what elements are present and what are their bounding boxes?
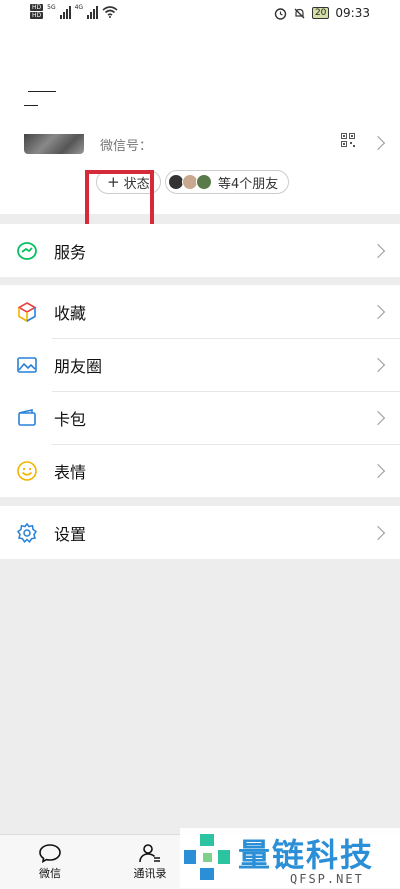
smiley-icon [17, 460, 37, 481]
moments-photo-icon [17, 356, 37, 373]
hd-badges: HD HD [30, 4, 44, 19]
menu-item-settings[interactable]: 设置 [0, 506, 400, 559]
menu-item-favorites[interactable]: 收藏 [0, 285, 400, 338]
contacts-person-icon [139, 844, 160, 863]
tab-chats-label: 微信 [39, 867, 61, 880]
chevron-right-icon [370, 243, 386, 259]
tab-chats[interactable]: 微信 [20, 835, 80, 889]
chevron-right-icon [370, 357, 386, 373]
status-left: HD HD 5G 4G [30, 4, 118, 19]
moments-label: 朋友圈 [54, 356, 103, 376]
menu-item-moments[interactable]: 朋友圈 [0, 338, 400, 391]
network-type-1: 5G [47, 4, 56, 11]
settings-label: 设置 [54, 524, 87, 544]
menu-group-settings: 设置 [0, 506, 400, 559]
alarm-icon [274, 7, 287, 20]
menu-group-main: 收藏 朋友圈 卡包 表情 [0, 285, 400, 497]
avatar[interactable] [24, 134, 84, 154]
menu-item-cards[interactable]: 卡包 [0, 391, 400, 444]
watermark-title: 量链科技 [238, 836, 375, 874]
signal-icon-2 [87, 5, 99, 19]
battery-indicator: 20 [311, 7, 330, 19]
profile-header[interactable]: 微信号： + 状态 等4个朋友 [0, 30, 400, 242]
signal-icon [59, 5, 71, 19]
chevron-right-icon [370, 525, 386, 541]
stickers-label: 表情 [54, 462, 87, 482]
friend-avatar-3 [196, 174, 212, 190]
chevron-right-icon [370, 463, 386, 479]
qr-code-icon[interactable] [341, 133, 355, 147]
friends-status-pill[interactable]: 等4个朋友 [165, 170, 290, 194]
cards-label: 卡包 [54, 409, 87, 429]
gear-icon [16, 522, 38, 543]
chevron-right-icon [370, 304, 386, 320]
friends-label: 等4个朋友 [218, 176, 279, 192]
services-icon [17, 241, 37, 260]
watermark: 量链科技 QFSP.NET [180, 828, 400, 888]
hd-badge-1: HD [30, 4, 44, 11]
favorites-label: 收藏 [54, 303, 87, 323]
menu-item-stickers[interactable]: 表情 [0, 444, 400, 497]
favorites-cube-icon [17, 301, 37, 322]
clock: 09:33 [335, 6, 370, 20]
hd-badge-2: HD [30, 12, 44, 19]
status-right: 20 09:33 [274, 6, 370, 20]
mute-bell-icon [294, 8, 305, 18]
menu-item-services[interactable]: 服务 [0, 224, 400, 277]
watermark-logo-icon [184, 834, 230, 880]
watermark-subtitle: QFSP.NET [290, 872, 364, 886]
chevron-right-icon [370, 410, 386, 426]
nickname-redacted-line-2 [24, 105, 38, 106]
tab-contacts[interactable]: 通讯录 [120, 835, 180, 889]
menu-group-services: 服务 [0, 224, 400, 277]
nickname-redacted-line [28, 91, 56, 92]
tab-contacts-label: 通讯录 [133, 867, 167, 880]
services-label: 服务 [54, 242, 87, 262]
status-bar: HD HD 5G 4G 20 09:33 [0, 0, 400, 30]
chat-bubble-icon [39, 844, 61, 863]
wallet-icon [18, 408, 36, 426]
network-type-2: 4G [74, 4, 84, 11]
wifi-icon [102, 5, 118, 18]
wechat-id-label: 微信号： [100, 139, 153, 154]
profile-chevron-icon [370, 135, 386, 151]
